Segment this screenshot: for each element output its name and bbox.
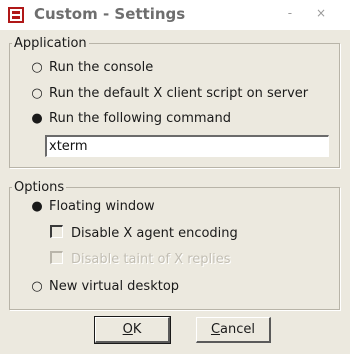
settings-dialog: Custom - Settings - × Application ○ Run t… bbox=[0, 0, 350, 354]
floating-window-label: Floating window bbox=[49, 199, 155, 214]
command-input[interactable] bbox=[45, 135, 329, 157]
radio-new-virtual-desktop[interactable]: ○ New virtual desktop bbox=[31, 279, 179, 295]
radio-run-default-script[interactable]: ○ Run the default X client script on serv… bbox=[31, 86, 308, 102]
radio-off-icon[interactable]: ○ bbox=[31, 279, 43, 295]
options-legend: Options bbox=[14, 180, 65, 195]
ok-label-rest: K bbox=[132, 321, 142, 337]
radio-off-icon[interactable]: ○ bbox=[31, 86, 43, 102]
app-icon bbox=[8, 7, 24, 23]
radio-on-icon[interactable]: ● bbox=[31, 199, 43, 215]
radio-off-icon[interactable]: ○ bbox=[31, 60, 43, 76]
radio-on-icon[interactable]: ● bbox=[31, 111, 43, 127]
cancel-button[interactable]: Cancel bbox=[196, 317, 271, 343]
radio-run-console-label: Run the console bbox=[49, 60, 154, 75]
ok-button[interactable]: OK bbox=[94, 316, 171, 344]
cancel-mnemonic: C bbox=[210, 321, 221, 337]
radio-run-console[interactable]: ○ Run the console bbox=[31, 60, 153, 76]
radio-floating-window[interactable]: ● Floating window bbox=[31, 199, 155, 215]
checkbox-icon[interactable] bbox=[50, 225, 63, 238]
application-legend: Application bbox=[14, 36, 87, 51]
checkbox-disabled-icon bbox=[50, 251, 63, 264]
cancel-label-rest: ancel bbox=[220, 321, 256, 337]
checkbox-disable-x-agent-encoding[interactable]: Disable X agent encoding bbox=[50, 225, 238, 242]
disable-taint-x-replies-label: Disable taint of X replies bbox=[71, 252, 231, 267]
disable-x-agent-encoding-label: Disable X agent encoding bbox=[71, 226, 238, 241]
title-bar[interactable]: Custom - Settings - × bbox=[0, 0, 350, 30]
radio-run-default-script-label: Run the default X client script on serve… bbox=[49, 86, 309, 101]
radio-run-command-label: Run the following command bbox=[49, 111, 231, 126]
new-virtual-desktop-label: New virtual desktop bbox=[49, 279, 180, 294]
window-controls[interactable]: - × bbox=[288, 6, 336, 20]
window-title: Custom - Settings bbox=[34, 5, 186, 23]
checkbox-disable-taint-x-replies: Disable taint of X replies bbox=[50, 251, 231, 268]
radio-run-command[interactable]: ● Run the following command bbox=[31, 111, 231, 127]
ok-mnemonic: O bbox=[122, 321, 133, 337]
